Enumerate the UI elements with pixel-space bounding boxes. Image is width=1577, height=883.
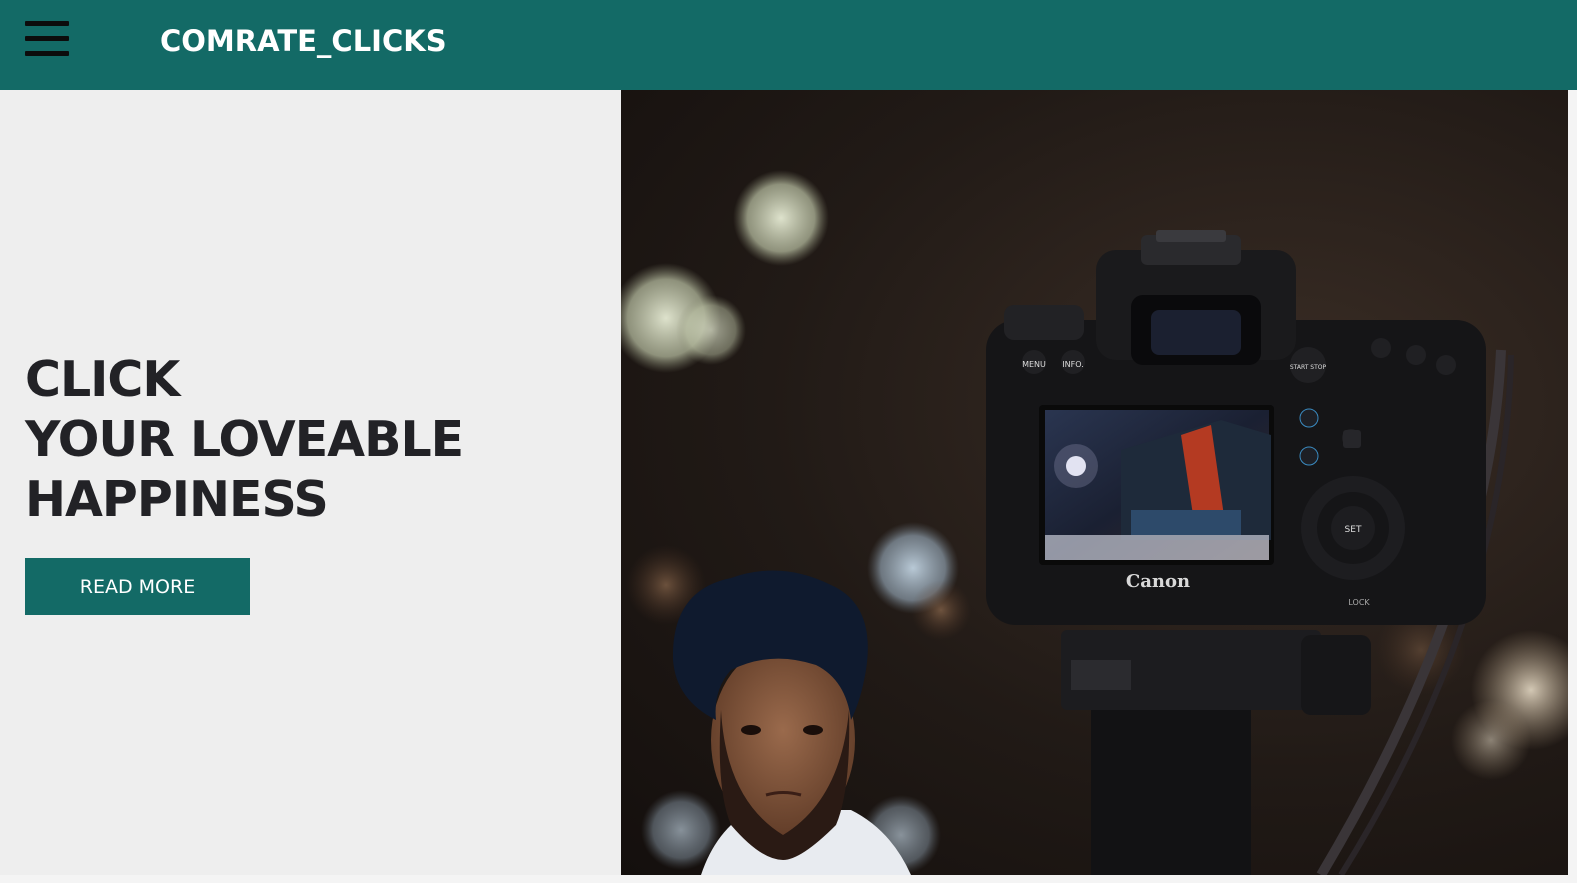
headline-line-3: HAPPINESS [25,471,329,528]
hamburger-menu-icon[interactable] [25,21,69,56]
right-edge [1568,90,1577,875]
headline-line-1: CLICK [25,351,180,408]
camera-set-label: SET [1345,525,1362,535]
headline-line-2: YOUR LOVEABLE [25,411,464,468]
camera-photo-illustration: MENU INFO. START STOP SET LOCK Canon [621,170,1568,875]
hero-image: MENU INFO. START STOP SET LOCK Canon [621,90,1568,875]
read-more-button[interactable]: READ MORE [25,558,250,615]
camera-info-label: INFO. [1062,360,1083,369]
camera-lock-label: LOCK [1348,598,1370,607]
top-navbar: COMRATE_CLICKS [0,0,1577,90]
camera-menu-label: MENU [1022,360,1046,369]
hero-headline: CLICK YOUR LOVEABLE HAPPINESS [25,350,464,530]
camera-brand-logo: Canon [1126,571,1190,592]
brand-title[interactable]: COMRATE_CLICKS [160,24,447,58]
bottom-edge [0,875,1577,883]
camera-start-stop-label: START STOP [1290,364,1327,371]
